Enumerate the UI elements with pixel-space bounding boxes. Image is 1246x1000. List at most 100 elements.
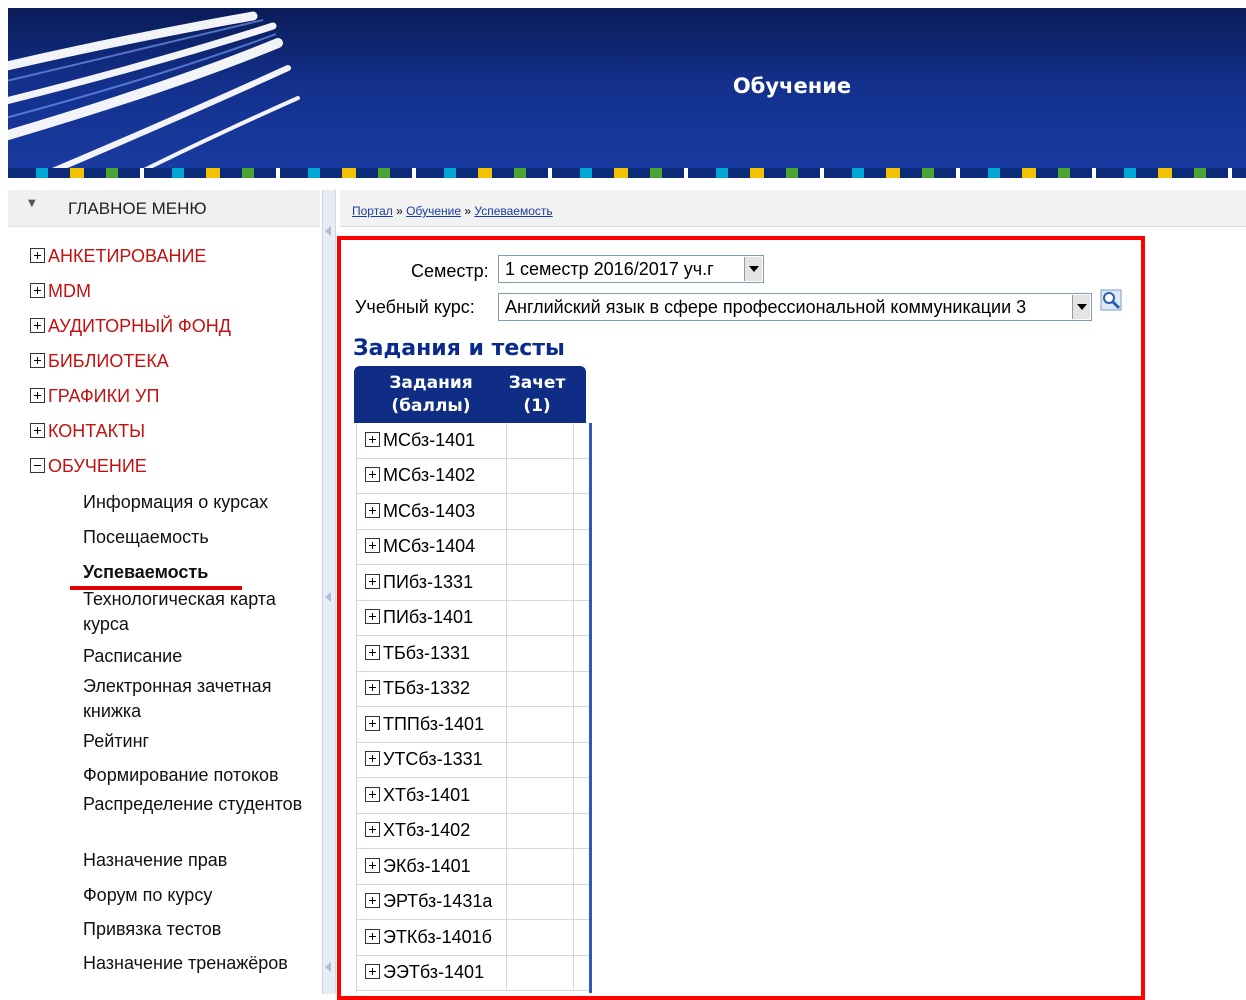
menu-item-education[interactable]: ОБУЧЕНИЕ xyxy=(30,456,147,480)
submenu-item-tests-binding[interactable]: Привязка тестов xyxy=(83,917,308,942)
submenu-item-timetable[interactable]: Расписание xyxy=(83,644,308,669)
cell-divider xyxy=(573,636,574,671)
col-credit-header[interactable]: Зачет (1) xyxy=(502,372,572,418)
menu-item-library[interactable]: БИБЛИОТЕКА xyxy=(30,351,169,375)
expand-plus-icon[interactable] xyxy=(30,283,45,298)
group-cell[interactable]: ТБбз-1332 xyxy=(365,678,470,699)
table-row[interactable]: ПИбз-1331 xyxy=(357,565,589,601)
expand-plus-icon[interactable] xyxy=(365,503,380,518)
table-row[interactable]: ХТбз-1401 xyxy=(357,778,589,814)
table-row[interactable]: МСбз-1404 xyxy=(357,529,589,565)
menu-item-mdm[interactable]: MDM xyxy=(30,281,91,305)
course-select[interactable]: Английский язык в сфере профессиональной… xyxy=(498,293,1092,321)
expand-plus-icon[interactable] xyxy=(365,574,380,589)
expand-plus-icon[interactable] xyxy=(365,467,380,482)
active-item-underline xyxy=(70,586,242,590)
expand-plus-icon[interactable] xyxy=(30,353,45,368)
group-cell[interactable]: ЭТКбз-1401б xyxy=(365,927,492,948)
table-row[interactable]: ТБбз-1332 xyxy=(357,671,589,707)
submenu-item-rights[interactable]: Назначение прав xyxy=(83,848,308,873)
collapse-arrow-icon[interactable] xyxy=(325,226,331,236)
table-row[interactable]: ХТбз-1402 xyxy=(357,813,589,849)
dropdown-arrow-icon[interactable] xyxy=(1072,295,1090,319)
collapse-minus-icon[interactable] xyxy=(30,458,45,473)
col-tasks-header[interactable]: Задания (баллы) xyxy=(376,372,486,418)
submenu-item-attendance[interactable]: Посещаемость xyxy=(83,525,308,550)
table-row[interactable]: ТППбз-1401 xyxy=(357,707,589,743)
group-cell[interactable]: МСбз-1401 xyxy=(365,430,475,451)
expand-plus-icon[interactable] xyxy=(30,423,45,438)
group-cell[interactable]: ЭЭТбз-1401 xyxy=(365,962,484,983)
group-cell[interactable]: МСбз-1402 xyxy=(365,465,475,486)
submenu-item-trainers[interactable]: Назначение тренажёров xyxy=(83,951,308,976)
table-row[interactable]: МСбз-1401 xyxy=(357,423,589,459)
expand-plus-icon[interactable] xyxy=(365,787,380,802)
group-cell[interactable]: ХТбз-1401 xyxy=(365,785,470,806)
submenu-item-progress[interactable]: Успеваемость xyxy=(83,560,308,585)
expand-plus-icon[interactable] xyxy=(365,929,380,944)
collapse-caret-icon[interactable]: ▼ xyxy=(28,198,36,209)
table-row[interactable]: ТБбз-1331 xyxy=(357,636,589,672)
group-cell[interactable]: ТППбз-1401 xyxy=(365,714,484,735)
search-icon[interactable] xyxy=(1100,289,1122,311)
submenu-item-forum[interactable]: Форум по курсу xyxy=(83,883,308,908)
group-name: ПИбз-1331 xyxy=(383,572,474,592)
table-row[interactable]: ЭЭТбз-1401 xyxy=(357,955,589,991)
group-cell[interactable]: ХТбз-1402 xyxy=(365,820,470,841)
expand-plus-icon[interactable] xyxy=(30,318,45,333)
expand-plus-icon[interactable] xyxy=(365,432,380,447)
menu-item-label: ОБУЧЕНИЕ xyxy=(48,456,147,476)
menu-item-ankety[interactable]: АНКЕТИРОВАНИЕ xyxy=(30,246,206,270)
cell-divider xyxy=(573,671,574,706)
expand-plus-icon[interactable] xyxy=(365,751,380,766)
table-row[interactable]: МСбз-1403 xyxy=(357,494,589,530)
table-row[interactable]: ПИбз-1401 xyxy=(357,600,589,636)
group-cell[interactable]: МСбз-1404 xyxy=(365,536,475,557)
group-cell[interactable]: МСбз-1403 xyxy=(365,501,475,522)
cell-divider xyxy=(573,920,574,955)
group-cell[interactable]: УТСбз-1331 xyxy=(365,749,483,770)
menu-item-contacts[interactable]: КОНТАКТЫ xyxy=(30,421,145,445)
cell-divider xyxy=(506,636,507,671)
group-cell[interactable]: ЭРТбз-1431а xyxy=(365,891,492,912)
submenu-item-rating[interactable]: Рейтинг xyxy=(83,729,308,754)
group-cell[interactable]: ПИбз-1331 xyxy=(365,572,473,593)
expand-plus-icon[interactable] xyxy=(365,609,380,624)
group-cell[interactable]: ЭКбз-1401 xyxy=(365,856,471,877)
semester-select[interactable]: 1 семестр 2016/2017 уч.г xyxy=(498,255,764,283)
submenu-item-tech-card[interactable]: Технологическая карта курса xyxy=(83,587,308,637)
breadcrumb-link-education[interactable]: Обучение xyxy=(406,204,461,218)
dropdown-arrow-icon[interactable] xyxy=(744,257,762,281)
expand-plus-icon[interactable] xyxy=(365,858,380,873)
expand-plus-icon[interactable] xyxy=(365,538,380,553)
submenu-item-record-book[interactable]: Электронная зачетная книжка xyxy=(83,674,308,724)
collapse-arrow-icon[interactable] xyxy=(325,592,331,602)
breadcrumb-link-progress[interactable]: Успеваемость xyxy=(474,204,552,218)
panel-splitter[interactable] xyxy=(322,190,336,994)
menu-item-auditorium[interactable]: АУДИТОРНЫЙ ФОНД xyxy=(30,316,231,340)
expand-plus-icon[interactable] xyxy=(365,964,380,979)
semester-select-value: 1 семестр 2016/2017 уч.г xyxy=(505,259,714,279)
submenu-item-streams[interactable]: Формирование потоков xyxy=(83,763,308,788)
expand-plus-icon[interactable] xyxy=(365,893,380,908)
expand-plus-icon[interactable] xyxy=(365,822,380,837)
cell-divider xyxy=(573,707,574,742)
table-row[interactable]: МСбз-1402 xyxy=(357,458,589,494)
breadcrumb-link-portal[interactable]: Портал xyxy=(352,204,393,218)
submenu-item-course-info[interactable]: Информация о курсах xyxy=(83,490,308,515)
sidebar-header[interactable]: ▼ ГЛАВНОЕ МЕНЮ xyxy=(8,190,320,227)
expand-plus-icon[interactable] xyxy=(365,645,380,660)
group-cell[interactable]: ТБбз-1331 xyxy=(365,643,470,664)
expand-plus-icon[interactable] xyxy=(30,388,45,403)
expand-plus-icon[interactable] xyxy=(365,716,380,731)
group-cell[interactable]: ПИбз-1401 xyxy=(365,607,473,628)
expand-plus-icon[interactable] xyxy=(365,680,380,695)
expand-plus-icon[interactable] xyxy=(30,248,45,263)
table-row[interactable]: ЭТКбз-1401б xyxy=(357,920,589,956)
menu-item-schedules[interactable]: ГРАФИКИ УП xyxy=(30,386,159,410)
table-row[interactable]: ЭРТбз-1431а xyxy=(357,884,589,920)
table-row[interactable]: УТСбз-1331 xyxy=(357,742,589,778)
collapse-arrow-icon[interactable] xyxy=(325,962,331,972)
submenu-item-student-distribution[interactable]: Распределение студентов xyxy=(83,792,308,817)
table-row[interactable]: ЭКбз-1401 xyxy=(357,849,589,885)
